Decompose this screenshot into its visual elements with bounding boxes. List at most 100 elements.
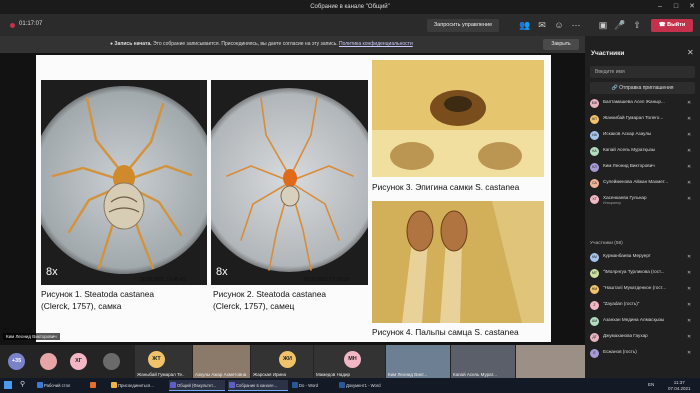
participant-name: Жанкибай Гумарал Толего...	[603, 115, 664, 120]
participant-name: Капай Асель Муратқызы	[603, 147, 656, 152]
participant-search-input[interactable]: Введите имя	[590, 66, 695, 78]
participant-avatar: СА	[590, 179, 599, 188]
participant-row[interactable]: СА Сулейменова Айжан Махмет... ✕	[590, 178, 696, 190]
participant-name: Есжанов (гость)	[603, 349, 637, 354]
participant-row[interactable]: НМ "Нашталі Мукатденкон (гост... ✕	[590, 284, 696, 296]
taskbar-app-button[interactable]: Общий (Факультет...	[169, 380, 225, 391]
participant-row[interactable]: КЛ Ким Леонид Викторович ✕	[590, 162, 696, 174]
reactions-icon[interactable]: ☺	[553, 19, 565, 31]
participant-avatar: Е	[590, 349, 599, 358]
participant-tile[interactable]: ЖТ Жаныбай Гумарал Те..	[135, 345, 192, 378]
tile-name: Ким Леонид Викт...	[388, 372, 428, 377]
participant-avatar: КЛ	[590, 163, 599, 172]
privacy-policy-link[interactable]: Политика конфиденциальности	[339, 41, 413, 47]
taskbar-app-label: Общий (Факультет...	[177, 383, 217, 388]
chat-icon[interactable]: ✉	[536, 19, 548, 31]
more-actions-icon[interactable]: ⋯	[570, 19, 582, 31]
participant-row[interactable]: ЖТ Жанкибай Гумарал Толего... ✕	[590, 114, 696, 126]
share-invite-label: Отправка приглашения	[619, 85, 674, 91]
participant-video-tile[interactable]: Ким Леонид Викт...	[386, 345, 450, 378]
mic-muted-icon: ✕	[687, 196, 692, 202]
maximize-icon[interactable]: □	[668, 0, 684, 14]
participant-row[interactable]: ДГ Джумаханова Гаухар ✕	[590, 332, 696, 344]
taskbar-app-button[interactable]: Документ1 - Word	[338, 380, 388, 391]
language-indicator[interactable]: EN	[648, 382, 654, 387]
mic-muted-icon: ✕	[687, 286, 692, 292]
start-icon[interactable]	[4, 381, 12, 389]
participant-avatar-photo[interactable]	[103, 353, 120, 370]
participant-name: Джумаханова Гаухар	[603, 333, 648, 338]
participants-icon[interactable]: 👥	[519, 19, 531, 31]
figure3-photo	[372, 60, 544, 177]
taskbar-app-label: Рабочий стол	[44, 383, 71, 388]
participant-avatar: ХГ	[590, 195, 599, 204]
participant-row[interactable]: КА Капай Асель Муратқызы ✕	[590, 146, 696, 158]
participant-video-tile[interactable]: Капай Асель Мурат...	[451, 345, 515, 378]
leave-button[interactable]: ☎ Выйти	[651, 19, 693, 32]
participant-avatar: НМ	[590, 285, 599, 294]
share-screen-icon[interactable]: ⇧	[631, 19, 643, 31]
app-icon	[170, 382, 176, 388]
participant-video-tile[interactable]	[516, 345, 585, 378]
taskbar-app-button[interactable]: Присоединиться...	[110, 380, 166, 391]
participant-row[interactable]: АМ Азанхан Медина Алмасқызы ✕	[590, 316, 696, 328]
panel-title: Участники	[591, 50, 625, 57]
close-panel-icon[interactable]: ✕	[687, 48, 694, 57]
participant-name: Искаков Аскар Азаулы	[603, 131, 652, 136]
participants-section-label[interactable]: Участники (58)	[590, 241, 623, 246]
search-icon[interactable]: ⚲	[20, 380, 25, 388]
participant-row[interactable]: КМ Курманбаева Меруерт ✕	[590, 252, 696, 264]
participant-row[interactable]: ХГ Хасенкаева Гульнар ✕ Инициатор	[590, 194, 696, 206]
share-invite-button[interactable]: 🔗 Отправка приглашения	[590, 82, 695, 94]
participant-video-tile[interactable]: Азкулы Ажар Ахметовна	[193, 345, 250, 378]
taskbar-app-button[interactable]: Do - Word	[291, 380, 335, 391]
participant-row[interactable]: МТ "\Молрнгуа Турликова (гост... ✕	[590, 268, 696, 280]
shared-slide: 8x 16.03.2021 16:45:43 Рисунок 1. Steato…	[36, 55, 551, 342]
participant-row[interactable]: БЖ Балтамашева Асел Жаныр... ✕	[590, 98, 696, 110]
taskbar-app-label: Собрание в канале...	[236, 383, 278, 388]
participants-panel: Участники ✕ Введите имя 🔗 Отправка пригл…	[585, 36, 700, 378]
participant-avatar[interactable]	[40, 353, 57, 370]
recording-started-label: Запись начата.	[114, 41, 152, 47]
figure2-magnification: 8x	[216, 266, 228, 278]
mic-muted-icon: ✕	[687, 318, 692, 324]
recording-notice: Это собрание записывается. Присоединяясь…	[153, 41, 338, 47]
participant-avatar: КМ	[590, 253, 599, 262]
participant-name: Ким Леонид Викторович	[603, 163, 655, 168]
participant-row[interactable]: ИА Искаков Аскар Азаулы ✕	[590, 130, 696, 142]
mic-muted-icon: ✕	[687, 270, 692, 276]
participant-avatar: ИА	[590, 131, 599, 140]
participant-avatar: ДГ	[590, 333, 599, 342]
minimize-icon[interactable]: –	[652, 0, 668, 14]
figure2-caption: Рисунок 2. Steatoda castanea (Clerck, 17…	[213, 288, 326, 312]
camera-icon[interactable]: ▣	[597, 19, 609, 31]
close-window-icon[interactable]: ✕	[684, 0, 700, 14]
participant-name: "Zayadan (гость)"	[603, 301, 640, 306]
system-clock[interactable]: 11:37 07.04.2021	[668, 380, 691, 391]
taskbar-app-button[interactable]	[89, 380, 107, 391]
participant-avatar[interactable]: ХГ	[70, 353, 87, 370]
participant-tile[interactable]: ЖИ Жарская Ирина	[251, 345, 313, 378]
close-banner-button[interactable]: Закрыть	[543, 39, 579, 50]
mic-off-icon[interactable]: 🎤	[614, 19, 626, 31]
figure4-caption: Рисунок 4. Пальпы самца S. castanea	[372, 327, 519, 337]
participant-avatar: Z	[590, 301, 599, 310]
leave-label: Выйти	[667, 22, 686, 28]
app-icon	[292, 382, 298, 388]
windows-taskbar: ⚲ Рабочий стол Присоединиться... Общий (Фа…	[0, 378, 700, 393]
epigyne-image	[372, 60, 544, 177]
participant-tile[interactable]: МН Мамедов Надир	[314, 345, 385, 378]
taskbar-app-button[interactable]: Собрание в канале...	[228, 380, 288, 391]
participant-row[interactable]: Z "Zayadan (гость)" ✕	[590, 300, 696, 312]
app-icon	[339, 382, 345, 388]
app-icon	[229, 382, 235, 388]
request-control-button[interactable]: Запросить управление	[427, 19, 499, 32]
mic-muted-icon: ✕	[687, 334, 692, 340]
figure1-caption-line1: Рисунок 1. Steatoda castanea	[41, 289, 155, 299]
taskbar-app-button[interactable]: Рабочий стол	[36, 380, 86, 391]
participant-name: Сулейменова Айжан Махмет...	[603, 179, 669, 184]
more-participants-button[interactable]: +35	[8, 353, 25, 370]
taskbar-app-label: Присоединиться...	[118, 383, 154, 388]
participant-name: "Нашталі Мукатденкон (гост...	[603, 285, 667, 290]
participant-row[interactable]: Е Есжанов (гость) ✕	[590, 348, 696, 360]
